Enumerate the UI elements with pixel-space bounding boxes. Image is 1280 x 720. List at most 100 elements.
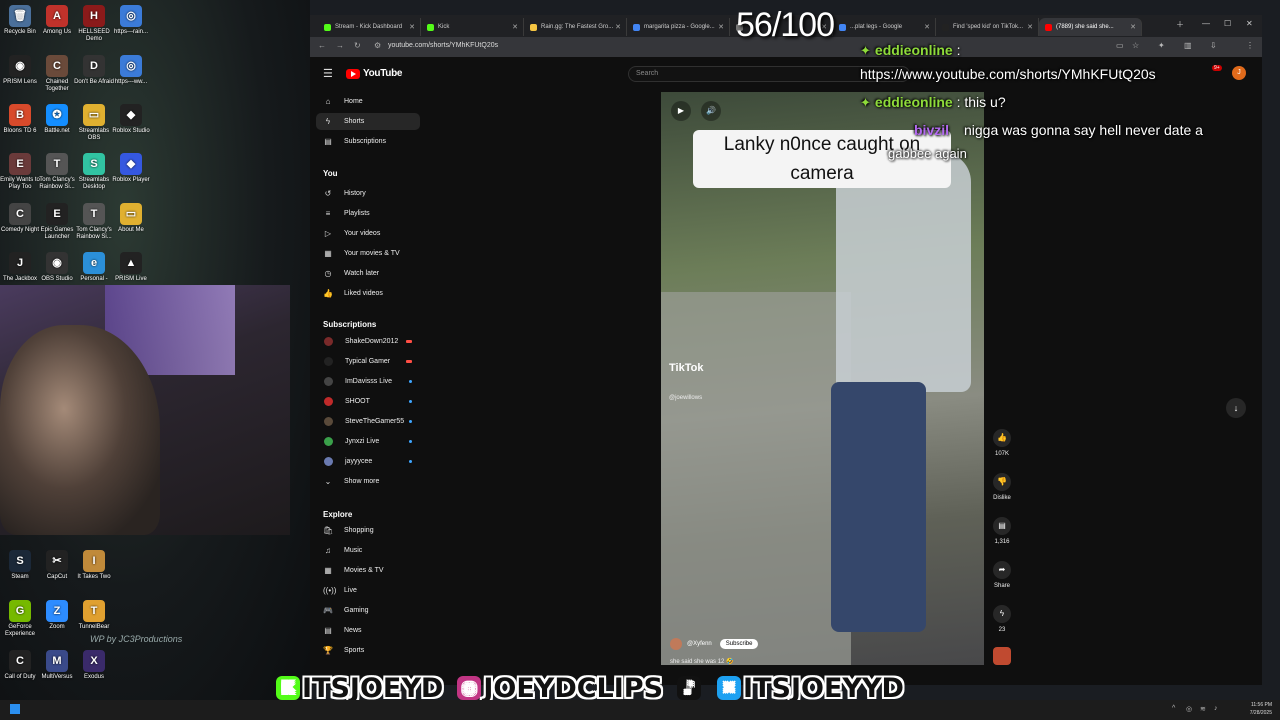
back-icon[interactable]: ← [318, 41, 326, 50]
sidebar-item-explore[interactable]: ((•)) Live [316, 582, 420, 599]
you-heading[interactable]: You [323, 169, 338, 178]
share-button[interactable]: ➦ Share [993, 561, 1011, 589]
sidebar-item-shorts[interactable]: ϟ Shorts [316, 113, 420, 130]
desktop-icon[interactable]: ▲ PRISM Live [111, 252, 151, 283]
channel-name[interactable]: @Xyfenn [687, 641, 712, 647]
next-short-arrow-icon[interactable]: ↓ [1226, 398, 1246, 418]
sidebar-item-explore[interactable]: ♫ Music [316, 542, 420, 559]
desktop-icon[interactable]: E Epic Games Launcher [37, 203, 77, 241]
volume-icon[interactable]: 🔊 [701, 101, 721, 121]
desktop-icon[interactable]: S Streamlabs Desktop [74, 153, 114, 191]
sidebar-item-home[interactable]: ⌂ Home [316, 93, 420, 110]
subscription-item[interactable]: ShakeDown2012 [316, 333, 420, 350]
browser-tab[interactable]: Rain.gg: The Fastest Gro... ✕ [524, 18, 627, 36]
sidebar-item-you[interactable]: ◷ Watch later [316, 265, 420, 282]
desktop-icon[interactable]: B Bloons TD 6 [0, 104, 40, 135]
desktop-icon[interactable]: ◆ Roblox Studio [111, 104, 151, 135]
reload-icon[interactable]: ↻ [354, 41, 361, 50]
tab-close-icon[interactable]: ✕ [512, 23, 518, 31]
install-icon[interactable]: ▭ [1116, 41, 1124, 50]
show-more-button[interactable]: ⌄ Show more [316, 473, 420, 490]
dislike-button[interactable]: 👎 Dislike [993, 473, 1011, 501]
shorts-video-player[interactable]: Lanky n0nce caught on camera ▶ 🔊 TikTok … [661, 92, 984, 665]
menu-icon[interactable]: ⋮ [1246, 41, 1254, 50]
desktop-icon[interactable]: H HELLSEED Demo [74, 5, 114, 43]
sidebar-item-you[interactable]: ▷ Your videos [316, 225, 420, 242]
close-window-icon[interactable]: ✕ [1246, 19, 1253, 28]
desktop-icon[interactable]: I It Takes Two [74, 550, 114, 581]
desktop-icon[interactable]: ▭ About Me [111, 203, 151, 234]
desktop-icon[interactable]: ◎ https---rain... [111, 5, 151, 36]
forward-icon[interactable]: → [336, 41, 344, 50]
sidebar-item-explore[interactable]: ▤ News [316, 622, 420, 639]
desktop-icon[interactable]: ◆ Roblox Player [111, 153, 151, 184]
notifications-badge[interactable]: 9+ [1212, 65, 1222, 71]
remix-button[interactable]: ϟ 23 [993, 605, 1011, 633]
sidebar-icon[interactable]: ▥ [1184, 41, 1192, 50]
subscription-item[interactable]: Jynxzi Live [316, 433, 420, 450]
desktop-icon[interactable]: ▭ Streamlabs OBS [74, 104, 114, 142]
desktop-icon[interactable]: ◉ OBS Studio [37, 252, 77, 283]
desktop-icon[interactable]: ◉ PRISM Lens [0, 55, 40, 86]
browser-tab[interactable]: Kick ✕ [421, 18, 524, 36]
tab-close-icon[interactable]: ✕ [718, 23, 724, 31]
tab-close-icon[interactable]: ✕ [409, 23, 415, 31]
tab-close-icon[interactable]: ✕ [1130, 23, 1136, 31]
sidebar-item-subscriptions[interactable]: ▤ Subscriptions [316, 133, 420, 150]
browser-tab[interactable]: Find 'sped kid' on TikTok... ✕ [936, 18, 1039, 36]
subscription-item[interactable]: Typical Gamer [316, 353, 420, 370]
subscription-item[interactable]: SHOOT [316, 393, 420, 410]
browser-tab[interactable]: margarita pizza - Google... ✕ [627, 18, 730, 36]
desktop-icon[interactable]: 🗑 Recycle Bin [0, 5, 40, 36]
tray-network-icon[interactable]: ◎ [1186, 705, 1192, 713]
desktop-icon[interactable]: E Emily Wants to Play Too [0, 153, 40, 191]
new-tab-icon[interactable]: ＋ [1176, 19, 1184, 30]
sidebar-item-explore[interactable]: 🏆 Sports [316, 642, 420, 659]
subscribe-button[interactable]: Subscribe [719, 639, 759, 649]
sound-thumbnail[interactable] [993, 647, 1011, 665]
desktop-icon[interactable]: e Personal - [74, 252, 114, 283]
account-avatar[interactable]: J [1232, 66, 1246, 80]
desktop-icon[interactable]: X Exodus [74, 650, 114, 681]
tab-close-icon[interactable]: ✕ [924, 23, 930, 31]
subscription-item[interactable]: jayyycee [316, 453, 420, 470]
desktop-icon[interactable]: ✂ CapCut [37, 550, 77, 581]
browser-tab[interactable]: (7889) she said she... ✕ [1039, 18, 1142, 36]
tab-close-icon[interactable]: ✕ [615, 23, 621, 31]
sidebar-item-you[interactable]: ↺ History [316, 185, 420, 202]
like-button[interactable]: 👍 107K [993, 429, 1011, 457]
tab-close-icon[interactable]: ✕ [1027, 23, 1033, 31]
tray-wifi-icon[interactable]: ≋ [1200, 705, 1206, 713]
sidebar-item-you[interactable]: ▦ Your movies & TV [316, 245, 420, 262]
extensions-icon[interactable]: ✦ [1158, 41, 1165, 50]
comments-button[interactable]: ▤ 1,316 [993, 517, 1011, 545]
desktop-icon[interactable]: A Among Us [37, 5, 77, 36]
sidebar-item-you[interactable]: 👍 Liked videos [316, 285, 420, 302]
maximize-icon[interactable]: ☐ [1224, 19, 1231, 28]
subscription-item[interactable]: ImDavisss Live [316, 373, 420, 390]
channel-avatar[interactable] [670, 638, 682, 650]
browser-tab[interactable]: Stream - Kick Dashboard ✕ [318, 18, 421, 36]
desktop-icon[interactable]: T TunnelBear [74, 600, 114, 631]
desktop-icon[interactable]: ✪ Battle.net [37, 104, 77, 135]
youtube-logo[interactable]: YouTube [346, 68, 403, 79]
desktop-icon[interactable]: T Tom Clancy's Rainbow Si... [74, 203, 114, 241]
start-icon[interactable] [10, 704, 20, 714]
desktop-icon[interactable]: M MultiVersus [37, 650, 77, 681]
download-icon[interactable]: ⇩ [1210, 41, 1217, 50]
desktop-icon[interactable]: D Don't Be Afraid [74, 55, 114, 86]
sidebar-item-you[interactable]: ≡ Playlists [316, 205, 420, 222]
minimize-icon[interactable]: — [1202, 19, 1210, 28]
subscription-item[interactable]: SteveTheGamer55 [316, 413, 420, 430]
desktop-icon[interactable]: G GeForce Experience [0, 600, 40, 638]
tray-chevron-icon[interactable]: ^ [1172, 705, 1175, 712]
desktop-icon[interactable]: C Comedy Night [0, 203, 40, 234]
desktop-icon[interactable]: C Chained Together [37, 55, 77, 93]
hamburger-menu-icon[interactable]: ☰ [323, 67, 333, 80]
desktop-icon[interactable]: T Tom Clancy's Rainbow Si... [37, 153, 77, 191]
browser-tab[interactable]: ...plat legs - Google ✕ [833, 18, 936, 36]
tray-volume-icon[interactable]: ♪ [1214, 705, 1218, 712]
desktop-icon[interactable]: J The Jackbox [0, 252, 40, 283]
sidebar-item-explore[interactable]: 🎮 Gaming [316, 602, 420, 619]
desktop-icon[interactable]: Z Zoom [37, 600, 77, 631]
